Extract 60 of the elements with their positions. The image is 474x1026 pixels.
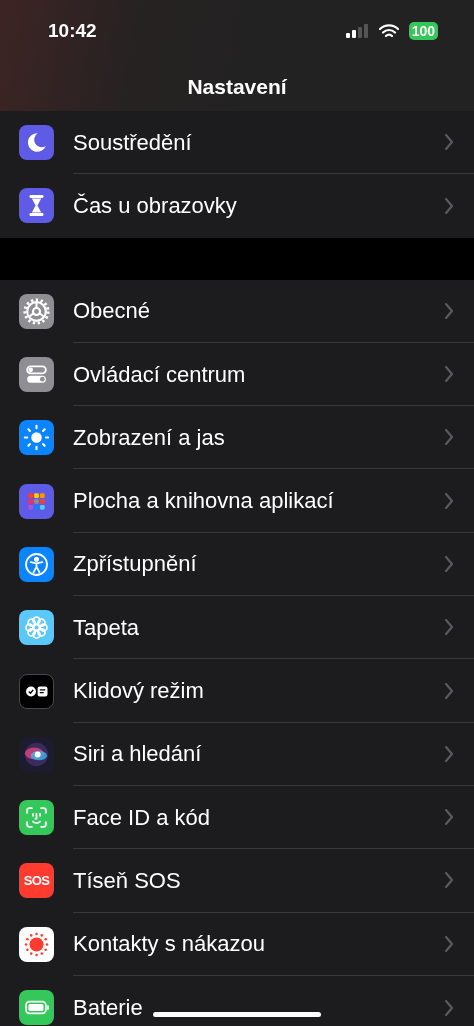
wifi-icon — [378, 23, 399, 39]
chevron-icon — [444, 366, 454, 383]
chevron-icon — [444, 619, 454, 636]
settings-row[interactable]: Obecné — [0, 279, 474, 343]
chevron-icon — [444, 809, 454, 826]
hourglass-icon — [19, 188, 54, 224]
chevron-icon — [444, 197, 454, 214]
flower-icon — [19, 610, 54, 646]
chevron-icon — [444, 999, 454, 1016]
row-label: Face ID a kód — [73, 803, 210, 832]
status-time: 10:42 — [48, 18, 98, 43]
settings-row[interactable]: Klidový režim — [0, 659, 474, 723]
sos-icon: SOS — [19, 863, 54, 899]
chevron-icon — [444, 935, 454, 952]
chevron-icon — [444, 492, 454, 509]
row-label: Siri a hledání — [73, 740, 202, 769]
settings-row[interactable]: Čas u obrazovky — [0, 174, 474, 238]
signal-icon — [345, 24, 370, 38]
clock-widget-icon — [19, 673, 54, 709]
settings-row[interactable]: Soustředění — [0, 111, 474, 175]
settings-row[interactable]: Zobrazení a jas — [0, 406, 474, 470]
dotted-sun-icon — [19, 926, 54, 962]
chevron-icon — [444, 555, 454, 572]
row-label: Baterie — [73, 994, 143, 1022]
row-label: Plocha a knihovna aplikací — [73, 487, 334, 516]
chevron-icon — [444, 745, 454, 762]
row-label: Zpřístupnění — [73, 550, 197, 579]
chevron-icon — [444, 429, 454, 446]
settings-row[interactable]: Kontakty s nákazou — [0, 912, 474, 976]
settings-row[interactable]: Ovládací centrum — [0, 342, 474, 407]
row-label: Tíseň SOS — [73, 866, 181, 895]
row-label: Obecné — [73, 297, 151, 326]
row-label: Kontakty s nákazou — [73, 930, 265, 959]
accessibility-icon — [19, 546, 54, 582]
chevron-icon — [444, 134, 454, 151]
row-label: Soustředění — [73, 128, 192, 157]
row-label: Zobrazení a jas — [73, 423, 225, 452]
settings-row[interactable]: SOS Tíseň SOS — [0, 849, 474, 913]
chevron-icon — [444, 872, 454, 889]
chevron-icon — [444, 302, 454, 319]
row-label: Ovládací centrum — [73, 360, 246, 389]
page-title: Nastavení — [187, 73, 287, 100]
battery-indicator: 100 — [408, 22, 438, 40]
siri-orb-icon — [19, 736, 54, 772]
toggle-switches-icon — [19, 357, 54, 393]
sun-icon — [19, 420, 54, 456]
row-label: Čas u obrazovky — [73, 192, 237, 221]
row-label: Tapeta — [73, 613, 140, 642]
moon-icon — [19, 125, 54, 161]
settings-row[interactable]: Zpřístupnění — [0, 532, 474, 597]
row-label: Klidový režim — [73, 677, 204, 705]
settings-row[interactable]: Face ID a kód — [0, 785, 474, 850]
battery-icon — [19, 990, 54, 1025]
settings-row[interactable]: Siri a hledání — [0, 722, 474, 786]
app-grid-icon — [19, 483, 54, 519]
chevron-icon — [444, 682, 454, 699]
face-id-icon — [19, 800, 54, 836]
settings-row[interactable]: Tapeta — [0, 596, 474, 660]
gear-icon — [19, 293, 54, 329]
settings-row[interactable]: Plocha a knihovna aplikací — [0, 469, 474, 533]
